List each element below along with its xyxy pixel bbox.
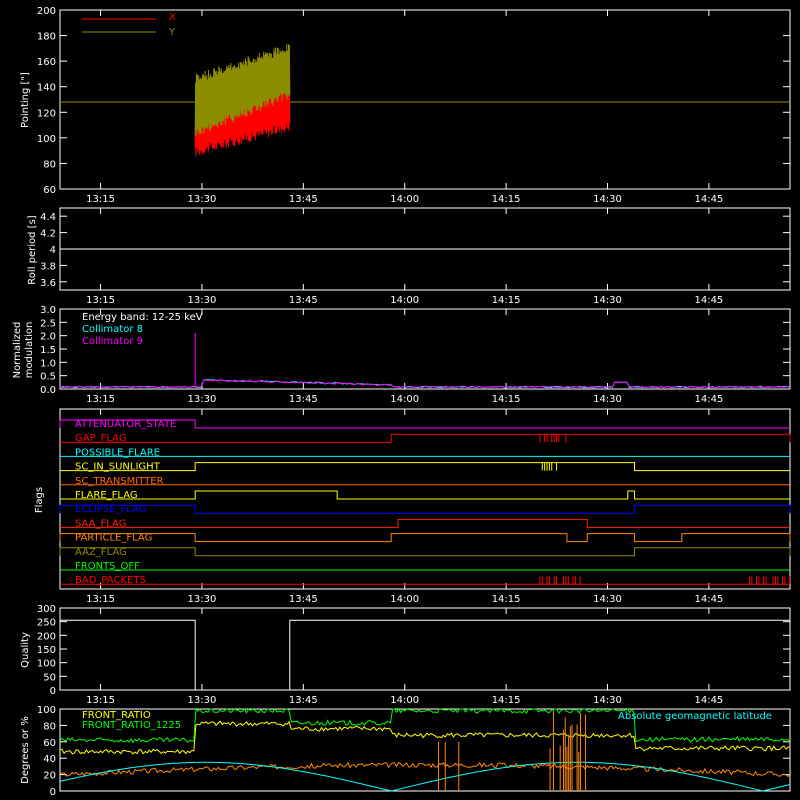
y-tick-label: 160	[37, 57, 56, 68]
x-tick-label: 14:30	[593, 594, 622, 605]
x-tick-label: 13:15	[86, 695, 115, 706]
x-tick-label: 13:15	[86, 295, 115, 306]
ratio-ylabel: Degrees or %	[20, 716, 31, 784]
x-tick-label: 13:45	[289, 295, 318, 306]
y-tick-label: 1.5	[40, 345, 56, 356]
y-tick-label: 3.6	[40, 278, 56, 289]
modulation-legend-title: Energy band: 12-25 keV	[82, 312, 203, 323]
x-tick-label: 14:30	[593, 295, 622, 306]
y-tick-label: 3.8	[40, 261, 56, 272]
x-tick-label: 13:15	[86, 194, 115, 205]
x-tick-label: 13:30	[188, 295, 217, 306]
x-tick-label: 13:45	[289, 695, 318, 706]
quality-ylabel: Quality	[20, 632, 31, 668]
modulation-legend-c8: Collimator 8	[82, 324, 143, 335]
y-tick-label: 1.0	[40, 358, 56, 369]
x-tick-label: 14:30	[593, 394, 622, 405]
chart-figure: Pointing ["] 6080100120140160180200 13:1…	[0, 0, 800, 800]
x-tick-label: 14:00	[390, 394, 419, 405]
y-tick-label: 140	[37, 83, 56, 94]
y-tick-label: 0	[50, 787, 56, 798]
y-tick-label: 0.0	[40, 385, 56, 396]
y-tick-label: 50	[43, 672, 56, 683]
x-tick-label: 14:30	[593, 695, 622, 706]
legend-x-label: X	[169, 12, 176, 23]
x-tick-label: 14:00	[390, 695, 419, 706]
y-tick-label: 4	[50, 245, 56, 256]
modulation-ylabel: Normalized	[12, 322, 23, 379]
x-tick-label: 13:45	[289, 394, 318, 405]
y-tick-label: 200	[37, 6, 56, 17]
roll-ylabel: Roll period [s]	[27, 215, 38, 284]
x-tick-label: 13:30	[188, 394, 217, 405]
flag-label: ATTENUATOR_STATE	[75, 419, 176, 430]
ratio-legend-geomag: Absolute geomagnetic latitude	[618, 711, 772, 722]
flag-label: PARTICLE_FLAG	[75, 533, 152, 544]
x-tick-label: 14:45	[694, 194, 723, 205]
y-tick-label: 0	[50, 686, 56, 697]
x-tick-label: 14:45	[694, 695, 723, 706]
modulation-ylabel-2: modulation	[24, 322, 35, 379]
legend-y-label: Y	[168, 27, 176, 38]
y-tick-label: 0.5	[40, 372, 56, 383]
pointing-ylabel: Pointing ["]	[20, 72, 31, 128]
x-tick-label: 13:45	[289, 594, 318, 605]
y-tick-label: 300	[37, 604, 56, 615]
x-tick-label: 13:15	[86, 394, 115, 405]
y-tick-label: 80	[43, 159, 56, 170]
flags-ylabel: Flags	[34, 487, 45, 513]
x-tick-label: 13:30	[188, 194, 217, 205]
x-tick-label: 14:15	[492, 594, 521, 605]
x-tick-label: 14:15	[492, 695, 521, 706]
y-tick-label: 2.0	[40, 332, 56, 343]
x-tick-label: 14:45	[694, 594, 723, 605]
y-tick-label: 3.0	[40, 305, 56, 316]
y-tick-label: 150	[37, 645, 56, 656]
y-tick-label: 80	[43, 721, 56, 732]
y-tick-label: 250	[37, 618, 56, 629]
x-tick-label: 14:45	[694, 394, 723, 405]
y-tick-label: 200	[37, 631, 56, 642]
x-tick-label: 13:15	[86, 594, 115, 605]
x-tick-label: 14:45	[694, 295, 723, 306]
x-tick-label: 13:45	[289, 194, 318, 205]
y-tick-label: 100	[37, 705, 56, 716]
flag-label: ECLIPSE_FLAG	[75, 504, 146, 515]
y-tick-label: 100	[37, 659, 56, 670]
y-tick-label: 40	[43, 754, 56, 765]
x-tick-label: 13:30	[188, 695, 217, 706]
y-tick-label: 100	[37, 134, 56, 145]
x-tick-label: 14:15	[492, 295, 521, 306]
y-tick-label: 60	[43, 185, 56, 196]
ratio-legend-front1225: FRONT_RATIO_1225	[82, 720, 181, 731]
x-tick-label: 14:15	[492, 194, 521, 205]
y-tick-label: 4.4	[40, 212, 56, 223]
y-tick-label: 180	[37, 32, 56, 43]
y-tick-label: 120	[37, 108, 56, 119]
x-tick-label: 14:00	[390, 295, 419, 306]
y-tick-label: 2.5	[40, 318, 56, 329]
x-tick-label: 14:00	[390, 594, 419, 605]
flag-label: AAZ_FLAG	[75, 547, 127, 558]
x-tick-label: 14:00	[390, 194, 419, 205]
x-tick-label: 14:15	[492, 394, 521, 405]
x-tick-label: 14:30	[593, 194, 622, 205]
x-tick-label: 13:30	[188, 594, 217, 605]
y-tick-label: 60	[43, 738, 56, 749]
modulation-legend-c9: Collimator 9	[82, 336, 143, 347]
y-tick-label: 4.2	[40, 229, 56, 240]
y-tick-label: 20	[43, 771, 56, 782]
